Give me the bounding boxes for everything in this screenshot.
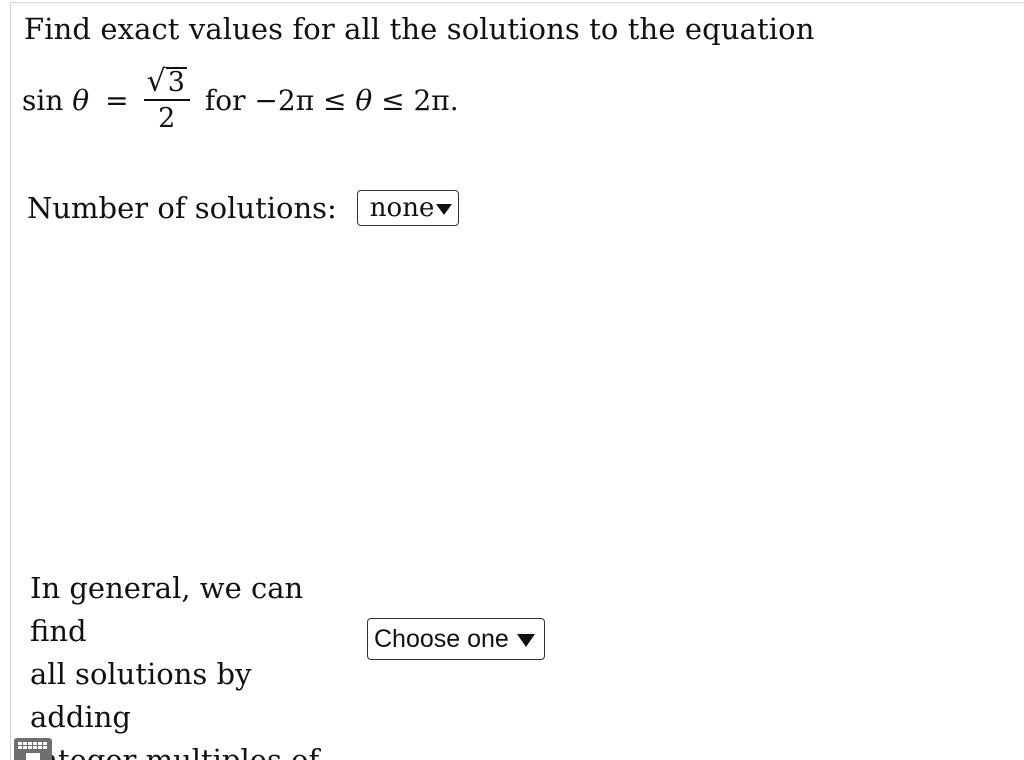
general-solution-line-2: all solutions by adding	[30, 657, 252, 734]
general-solution-line-3: integer multiples of	[30, 743, 320, 760]
for-word: for	[204, 83, 246, 117]
sin-function: sin	[22, 83, 64, 117]
triangle-down-icon	[436, 204, 453, 215]
fraction-denominator: 2	[158, 102, 176, 134]
solutions-count-row: Number of solutions: none	[27, 190, 460, 226]
equation: sin θ = √ 3 2 for −2π ≤ θ ≤ 2π.	[22, 60, 459, 140]
equals-sign: =	[105, 83, 129, 117]
range-lower: −2π ≤	[254, 83, 356, 117]
question-prompt: Find exact values for all the solutions …	[24, 12, 815, 46]
equation-range: for −2π ≤ θ ≤ 2π.	[205, 84, 459, 117]
solutions-count-value: none	[369, 193, 435, 223]
period-dropdown[interactable]: Choose one	[367, 618, 545, 660]
range-upper: ≤ 2π.	[372, 83, 459, 117]
radical-sign: √	[146, 63, 166, 99]
theta-variable: θ	[72, 83, 90, 117]
period-dropdown-value: Choose one	[374, 624, 509, 653]
solutions-count-label: Number of solutions:	[27, 191, 337, 225]
range-theta: θ	[355, 83, 373, 117]
fraction-numerator: √ 3	[143, 63, 191, 99]
equation-lhs: sin θ	[22, 84, 89, 117]
keyboard-spacebar	[26, 753, 40, 760]
general-solution-text: In general, we can find all solutions by…	[30, 567, 360, 760]
solutions-count-dropdown[interactable]: none	[356, 190, 460, 226]
radicand: 3	[165, 66, 187, 98]
general-solution-line-1: In general, we can find	[30, 571, 304, 648]
fraction: √ 3 2	[143, 63, 191, 134]
triangle-down-icon	[516, 633, 535, 647]
keyboard-icon[interactable]	[14, 738, 52, 760]
keyboard-keys	[18, 742, 48, 749]
